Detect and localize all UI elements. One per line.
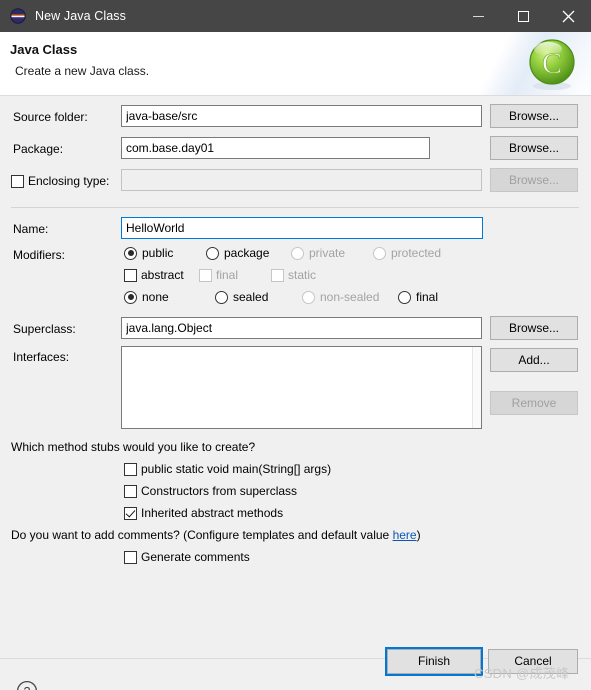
name-label: Name: [13, 222, 49, 236]
modifier-radio-package[interactable]: package [206, 246, 269, 260]
maximize-icon [518, 10, 529, 22]
modifier-label: none [142, 290, 169, 304]
checkbox-icon [124, 506, 137, 520]
interfaces-list[interactable] [121, 346, 482, 429]
modifier-label: private [309, 246, 346, 260]
generate-comments-label: Generate comments [141, 550, 250, 564]
modifier-label: package [224, 246, 270, 260]
dialog-body: Source folder: Browse... Package: Browse… [0, 96, 591, 658]
stub-checkbox-constructors[interactable]: Constructors from superclass [124, 484, 297, 498]
source-folder-input[interactable] [121, 105, 482, 127]
name-input[interactable] [121, 217, 483, 239]
stub-checkbox-inherited[interactable]: Inherited abstract methods [124, 506, 283, 520]
eclipse-icon [10, 8, 26, 24]
modifier-checkbox-static: static [271, 268, 316, 282]
radio-icon [124, 246, 137, 260]
checkbox-icon [11, 174, 24, 188]
enclosing-type-label: Enclosing type: [28, 174, 110, 188]
help-button[interactable]: ? [16, 680, 38, 690]
wizard-banner: Java Class Create a new Java class. C [0, 32, 591, 96]
new-java-class-dialog: New Java Class Java Class Create a new J… [0, 0, 591, 690]
maximize-button[interactable] [501, 0, 546, 32]
title-bar: New Java Class [0, 0, 591, 32]
modifier-label: final [416, 290, 439, 304]
radio-icon [373, 246, 386, 260]
separator-top [11, 207, 579, 208]
method-stubs-question: Which method stubs would you like to cre… [11, 440, 256, 454]
window-controls [456, 0, 591, 32]
stub-label: public static void main(String[] args) [141, 462, 332, 476]
radio-icon [206, 246, 219, 260]
source-folder-label: Source folder: [13, 110, 88, 124]
source-folder-browse-button[interactable]: Browse... [490, 104, 578, 128]
configure-templates-link[interactable]: here [393, 528, 417, 542]
package-input[interactable] [121, 137, 430, 159]
radio-icon [291, 246, 304, 260]
superclass-input[interactable] [121, 317, 482, 339]
window-title: New Java Class [35, 9, 127, 23]
modifier-label: public [142, 246, 174, 260]
modifier-checkbox-final: final [199, 268, 238, 282]
enclosing-type-input[interactable] [121, 169, 482, 191]
generate-comments-checkbox[interactable]: Generate comments [124, 550, 250, 564]
comments-question-prefix: Do you want to add comments? (Configure … [11, 528, 393, 542]
close-button[interactable] [546, 0, 591, 32]
interfaces-scrollbar[interactable] [472, 347, 481, 428]
radio-icon [398, 290, 411, 304]
modifier-radio-public[interactable]: public [124, 246, 173, 260]
package-browse-button[interactable]: Browse... [490, 136, 578, 160]
superclass-label: Superclass: [13, 322, 76, 336]
minimize-icon [473, 15, 484, 17]
modifier-label: sealed [233, 290, 269, 304]
banner-subtitle: Create a new Java class. [15, 64, 150, 78]
modifier-radio-none[interactable]: none [124, 290, 169, 304]
finish-button[interactable]: Finish [385, 647, 483, 676]
comments-question-suffix: ) [416, 528, 421, 542]
checkbox-icon [124, 550, 137, 564]
checkbox-icon [124, 268, 137, 282]
modifier-label: final [216, 268, 239, 282]
modifier-label: static [288, 268, 317, 282]
enclosing-type-browse-button: Browse... [490, 168, 578, 192]
modifier-label: protected [391, 246, 442, 260]
minimize-button[interactable] [456, 0, 501, 32]
modifier-radio-protected: protected [373, 246, 441, 260]
radio-icon [302, 290, 315, 304]
stub-checkbox-main[interactable]: public static void main(String[] args) [124, 462, 331, 476]
interfaces-label: Interfaces: [13, 350, 70, 364]
checkbox-icon [199, 268, 212, 282]
modifier-radio-non-sealed: non-sealed [302, 290, 379, 304]
modifier-checkbox-abstract[interactable]: abstract [124, 268, 184, 282]
stub-label: Inherited abstract methods [141, 506, 284, 520]
enclosing-type-checkbox[interactable]: Enclosing type: [11, 174, 109, 188]
modifier-label: abstract [141, 268, 184, 282]
svg-text:?: ? [24, 685, 31, 690]
modifier-radio-sealed[interactable]: sealed [215, 290, 268, 304]
interfaces-remove-button: Remove [490, 391, 578, 415]
comments-question: Do you want to add comments? (Configure … [11, 528, 421, 542]
checkbox-icon [271, 268, 284, 282]
java-class-wizard-icon: C [524, 36, 580, 92]
checkbox-icon [124, 484, 137, 498]
banner-title: Java Class [10, 42, 78, 57]
modifier-radio-private: private [291, 246, 345, 260]
superclass-browse-button[interactable]: Browse... [490, 316, 578, 340]
modifiers-label: Modifiers: [13, 248, 66, 262]
close-icon [562, 10, 575, 22]
radio-icon [124, 290, 137, 304]
modifier-radio-final-sealed[interactable]: final [398, 290, 438, 304]
stub-label: Constructors from superclass [141, 484, 298, 498]
interfaces-add-button[interactable]: Add... [490, 348, 578, 372]
checkbox-icon [124, 462, 137, 476]
radio-icon [215, 290, 228, 304]
package-label: Package: [13, 142, 64, 156]
modifier-label: non-sealed [320, 290, 380, 304]
cancel-button[interactable]: Cancel [488, 649, 578, 674]
